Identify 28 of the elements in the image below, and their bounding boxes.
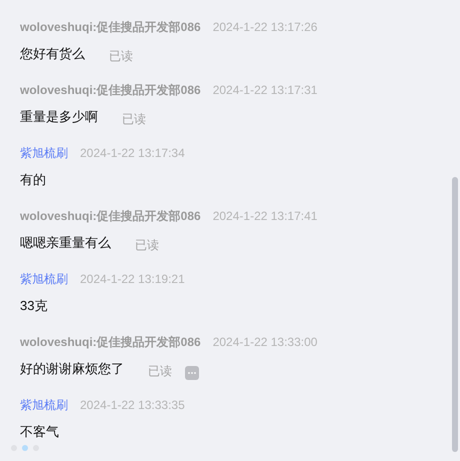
sender-name: woloveshuqi:促佳搜品开发部086 (20, 19, 201, 36)
message-time: 2024-1-22 13:33:00 (212, 334, 318, 351)
message-text: 嗯嗯亲重量有么 (20, 234, 111, 252)
read-status: 已读 (109, 48, 133, 65)
message-time: 2024-1-22 13:17:31 (212, 82, 318, 99)
message-text: 重量是多少啊 (20, 108, 98, 126)
sender-name: woloveshuqi:促佳搜品开发部086 (20, 334, 201, 351)
message-text: 好的谢谢麻烦您了 (20, 360, 124, 378)
sender-name: 紫旭梳刷 (20, 145, 68, 162)
loading-dots-icon (10, 444, 42, 452)
message-time: 2024-1-22 13:17:34 (80, 145, 185, 162)
message-time: 2024-1-22 13:17:41 (212, 208, 318, 225)
more-button[interactable] (185, 366, 199, 380)
message-text: 33克 (20, 297, 48, 315)
sender-name: woloveshuqi:促佳搜品开发部086 (20, 82, 201, 99)
read-status: 已读 (135, 237, 159, 254)
message-text: 有的 (20, 171, 46, 189)
read-status: 已读 (122, 111, 146, 128)
message-text: 您好有货么 (20, 45, 85, 63)
sender-name: 紫旭梳刷 (20, 397, 68, 414)
sender-name: woloveshuqi:促佳搜品开发部086 (20, 208, 201, 225)
read-status: 已读 (148, 363, 172, 380)
message-text: 不客气 (20, 423, 59, 441)
message-time: 2024-1-22 13:17:26 (212, 19, 318, 36)
sender-name: 紫旭梳刷 (20, 271, 68, 288)
message-time: 2024-1-22 13:33:35 (80, 397, 185, 414)
scrollbar-thumb[interactable] (452, 177, 458, 452)
message-time: 2024-1-22 13:19:21 (80, 271, 185, 288)
